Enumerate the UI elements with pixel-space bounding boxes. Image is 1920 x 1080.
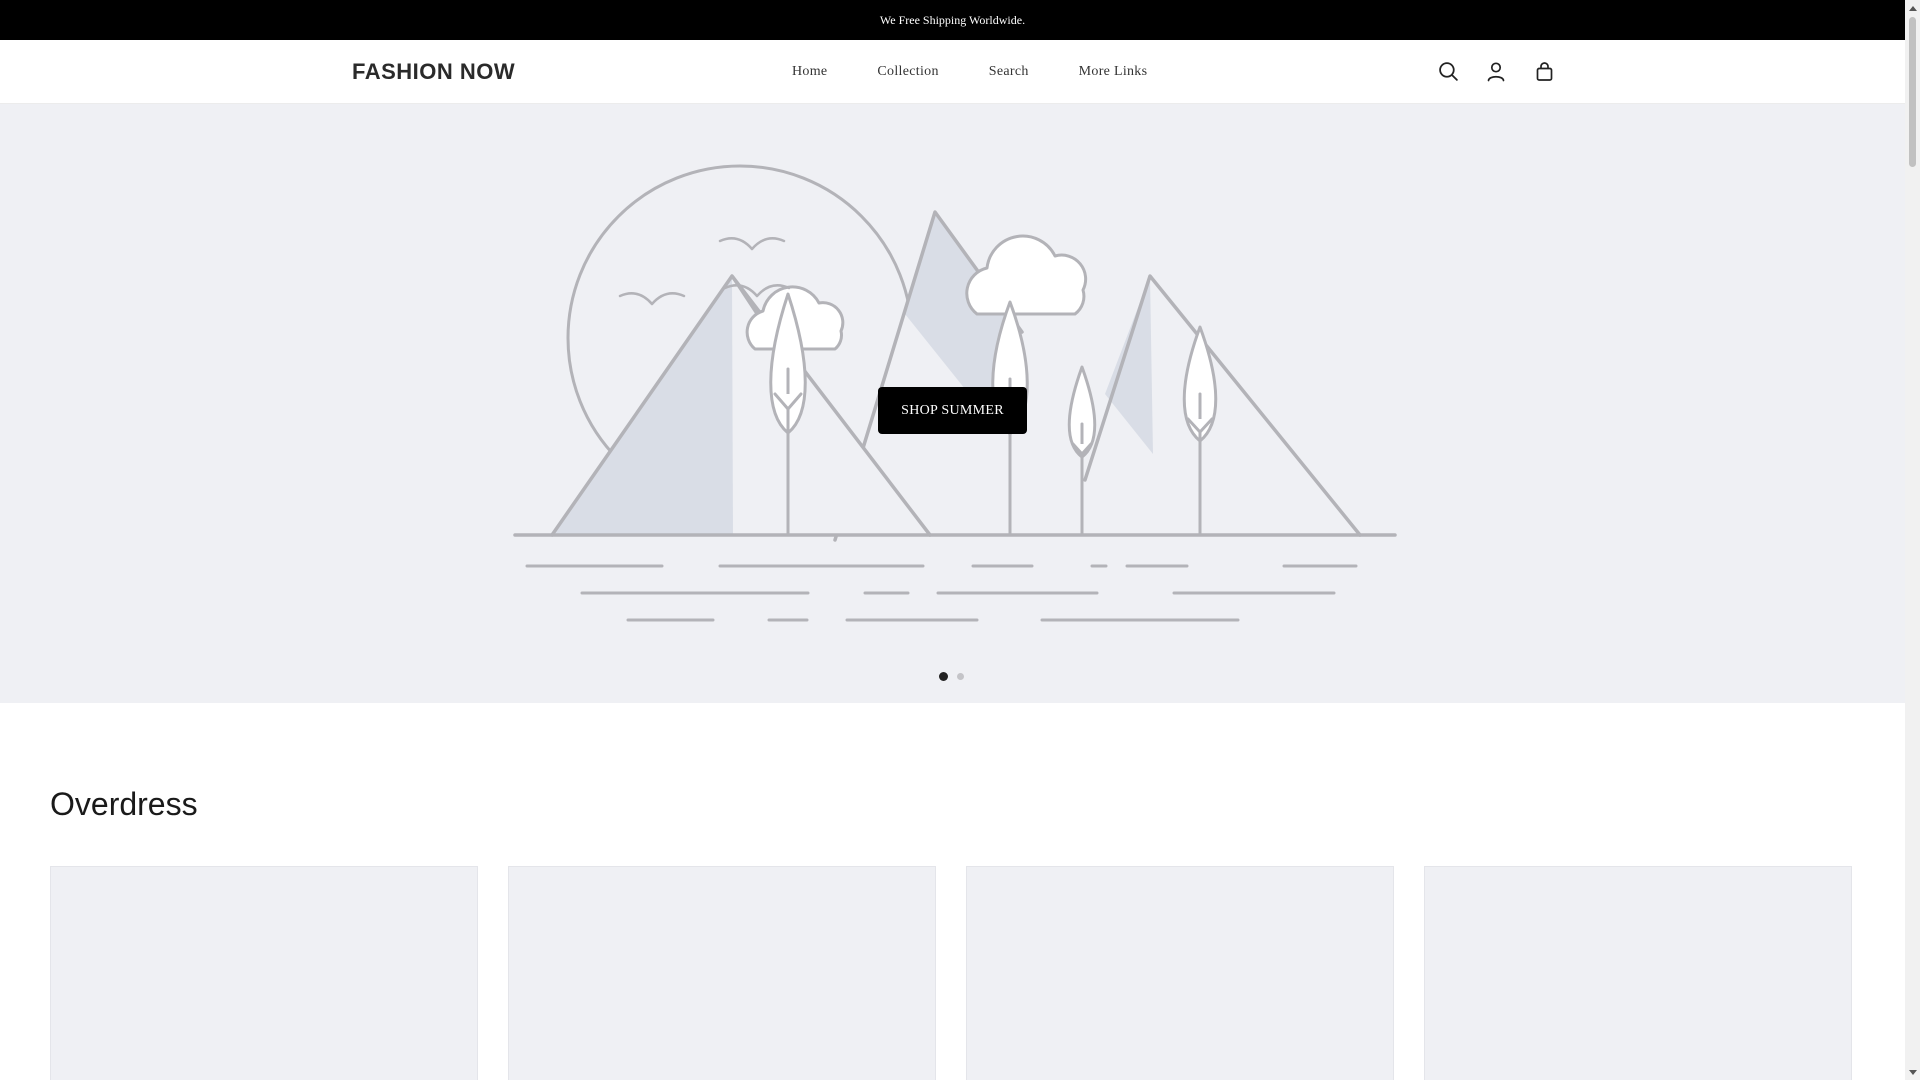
announcement-text: We Free Shipping Worldwide. (879, 12, 1026, 27)
nav-home[interactable]: Home (792, 64, 827, 80)
store-logo[interactable]: FASHION NOW (352, 40, 515, 103)
account-button[interactable] (1483, 59, 1509, 85)
search-button[interactable] (1435, 59, 1461, 85)
nav-more-links[interactable]: More Links (1079, 64, 1148, 80)
hero-slideshow: SHOP SUMMER (0, 104, 1905, 703)
header-icons (1435, 40, 1557, 103)
page: We Free Shipping Worldwide. FASHION NOW … (0, 0, 1905, 1080)
collection-title: Overdress (50, 786, 198, 822)
product-card-1[interactable] (50, 866, 478, 1080)
account-icon (1487, 62, 1505, 82)
cart-button[interactable] (1531, 59, 1557, 85)
product-card-2[interactable] (508, 866, 936, 1080)
scroll-up-button[interactable] (1905, 0, 1920, 15)
scroll-down-arrow-icon (1908, 1069, 1917, 1075)
product-card-4[interactable] (1424, 866, 1852, 1080)
page-scrollbar[interactable] (1905, 0, 1920, 1080)
scrollbar-thumb[interactable] (1909, 17, 1916, 167)
slide-dot-1[interactable] (939, 672, 948, 681)
main-nav: Home Collection Search More Links (792, 40, 1147, 103)
nav-collection[interactable]: Collection (877, 64, 938, 80)
cart-icon (1536, 62, 1552, 81)
slideshow-dots (939, 672, 964, 681)
nav-search[interactable]: Search (989, 64, 1029, 80)
search-icon (1438, 62, 1458, 81)
slide-dot-2[interactable] (957, 673, 964, 680)
product-card-3[interactable] (966, 866, 1394, 1080)
site-header: FASHION NOW Home Collection Search More … (0, 40, 1905, 104)
announcement-bar: We Free Shipping Worldwide. (0, 0, 1905, 40)
product-grid (50, 866, 1852, 1080)
shop-summer-button[interactable]: SHOP SUMMER (878, 387, 1027, 434)
scroll-up-arrow-icon (1908, 5, 1917, 11)
scroll-down-button[interactable] (1905, 1065, 1920, 1080)
